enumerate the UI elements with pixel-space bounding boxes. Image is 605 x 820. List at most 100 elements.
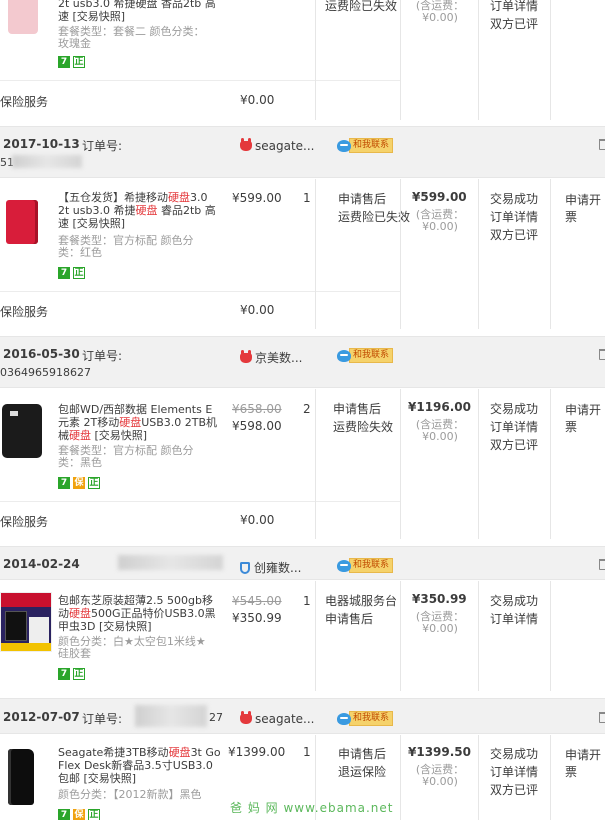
wangwang-icon bbox=[337, 349, 351, 362]
quantity: 1 bbox=[303, 745, 311, 759]
contact-seller-button[interactable]: 和我联系 bbox=[337, 711, 394, 726]
insurance-label: 保险服务 bbox=[0, 305, 49, 319]
seven-day-return-icon: 7 bbox=[58, 267, 70, 279]
request-invoice-button[interactable]: 申请开票 bbox=[565, 191, 605, 225]
product-title[interactable]: Seagate希捷3TB移动硬盘3t Go Flex Desk新睿品3.5寸US… bbox=[58, 746, 228, 785]
contact-seller-button[interactable]: 和我联系 bbox=[337, 138, 394, 153]
divider bbox=[400, 581, 401, 691]
quantity: 2 bbox=[303, 402, 311, 416]
divider bbox=[315, 179, 316, 329]
divider bbox=[550, 179, 551, 329]
service-status-top: 运费险已失效 bbox=[325, 0, 398, 13]
unit-price: ¥350.99 bbox=[232, 611, 282, 625]
divider bbox=[478, 0, 479, 120]
request-invoice-button[interactable]: 申请开票 bbox=[565, 401, 605, 435]
watermark: 爸 妈 网 www.ebama.net bbox=[230, 801, 394, 815]
badges: 7正 bbox=[58, 665, 88, 680]
seven-day-return-icon: 7 bbox=[58, 809, 70, 820]
order-number-label: 订单号: bbox=[82, 349, 123, 363]
divider bbox=[400, 0, 401, 120]
quantity: 1 bbox=[303, 191, 311, 205]
order-status[interactable]: 交易成功 订单详情 bbox=[490, 592, 538, 628]
seven-day-return-icon: 7 bbox=[58, 668, 70, 680]
shop-icon bbox=[240, 711, 252, 724]
quantity: 1 bbox=[303, 594, 311, 608]
unit-price: ¥599.00 bbox=[232, 191, 282, 205]
order-number-tail[interactable]: 27 bbox=[209, 711, 223, 724]
divider bbox=[0, 501, 400, 502]
divider bbox=[0, 291, 400, 292]
product-title[interactable]: 包邮东芝原装超薄2.5 500gb移 动硬盘500G正品特价USB3.0黑 甲虫… bbox=[58, 594, 228, 633]
badges: 7保正 bbox=[58, 806, 103, 820]
insurance-price-top: ¥0.00 bbox=[240, 93, 275, 107]
sku-info-top: 套餐类型：套餐二 颜色分类： 玫瑰金 bbox=[58, 25, 205, 50]
genuine-icon: 正 bbox=[88, 809, 100, 820]
order-date: 2016-05-30 bbox=[3, 347, 80, 361]
shipping-info: (含运费： ¥0.00) bbox=[415, 610, 465, 635]
badges: 7保正 bbox=[58, 474, 103, 489]
order-total: ¥350.99 bbox=[412, 592, 467, 606]
order-total: ¥599.00 bbox=[412, 190, 467, 204]
sku-info: 颜色分类：【2012新款】黑色 bbox=[58, 788, 202, 801]
order-status[interactable]: 交易成功 订单详情 双方已评 bbox=[490, 190, 538, 244]
product-image-rose-gold[interactable] bbox=[0, 0, 44, 38]
divider bbox=[315, 389, 316, 539]
divider bbox=[478, 389, 479, 539]
divider bbox=[550, 581, 551, 691]
contact-seller-button[interactable]: 和我联系 bbox=[337, 348, 394, 363]
shop-name[interactable]: seagate... bbox=[240, 711, 315, 726]
request-invoice-button[interactable]: 申请开票 bbox=[565, 746, 605, 780]
divider bbox=[400, 735, 401, 820]
divider bbox=[478, 179, 479, 329]
order-number-label: 订单号: bbox=[82, 712, 123, 726]
insurance-label: 保险服务 bbox=[0, 515, 49, 529]
shipping-info: (含运费： ¥0.00) bbox=[415, 418, 465, 443]
wangwang-icon bbox=[337, 712, 351, 725]
delete-order-icon[interactable] bbox=[599, 139, 605, 150]
insurance-price: ¥0.00 bbox=[240, 303, 275, 317]
divider bbox=[550, 0, 551, 120]
original-price: ¥545.00 bbox=[232, 594, 282, 608]
product-title[interactable]: 包邮WD/西部数据 Elements E 元素 2T移动硬盘USB3.0 2TB… bbox=[58, 403, 228, 442]
redacted-order-number bbox=[118, 555, 223, 570]
status-top[interactable]: 订单详情 双方已评 bbox=[490, 0, 538, 33]
order-date: 2012-07-07 bbox=[3, 710, 80, 724]
order-date: 2014-02-24 bbox=[3, 557, 80, 571]
product-image-toshiba[interactable] bbox=[0, 592, 52, 652]
after-sale-service[interactable]: 申请售后 退运保险 bbox=[338, 745, 386, 781]
sku-info: 套餐类型：官方标配 颜色分 类：黑色 bbox=[58, 444, 194, 469]
shop-name[interactable]: seagate... bbox=[240, 138, 315, 153]
order-status[interactable]: 交易成功 订单详情 双方已评 bbox=[490, 400, 538, 454]
shipping-info: (含运费： ¥0.00) bbox=[415, 763, 465, 788]
genuine-icon: 正 bbox=[73, 668, 85, 680]
sku-info: 套餐类型：官方标配 颜色分 类：红色 bbox=[58, 234, 194, 259]
order-status[interactable]: 交易成功 订单详情 双方已评 bbox=[490, 745, 538, 799]
product-image-seagate-red[interactable] bbox=[0, 192, 44, 252]
divider bbox=[550, 389, 551, 539]
product-image-seagate-goflex[interactable] bbox=[0, 745, 44, 809]
after-sale-service[interactable]: 电器城服务台 申请售后 bbox=[325, 592, 397, 628]
contact-seller-button[interactable]: 和我联系 bbox=[337, 558, 394, 573]
product-title[interactable]: 【五仓发货】希捷移动硬盘3.0 2t usb3.0 希捷硬盘 睿品2tb 高 速… bbox=[58, 191, 228, 230]
shop-icon bbox=[240, 350, 252, 363]
order-number[interactable]: 0364965918627 bbox=[0, 366, 91, 379]
genuine-icon: 正 bbox=[73, 56, 85, 68]
redacted-order-number bbox=[12, 155, 82, 168]
shop-name[interactable]: 京美数... bbox=[240, 349, 302, 366]
shipping-info: (含运费： ¥0.00) bbox=[415, 208, 465, 233]
original-price: ¥658.00 bbox=[232, 402, 282, 416]
product-title-top[interactable]: 2t usb3.0 希捷硬盘 香品2tb 高速 [交易快照] bbox=[58, 0, 228, 23]
guarantee-icon: 保 bbox=[73, 477, 85, 489]
divider bbox=[478, 735, 479, 820]
product-image-wd-black[interactable] bbox=[0, 400, 44, 464]
after-sale-service[interactable]: 申请售后 运费险失效 bbox=[333, 400, 393, 436]
divider bbox=[550, 735, 551, 820]
seven-day-return-icon: 7 bbox=[58, 56, 70, 68]
shop-name[interactable]: 创雍数... bbox=[240, 559, 301, 576]
insurance-label-top: 保险服务 bbox=[0, 95, 49, 109]
divider bbox=[315, 0, 316, 120]
delete-order-icon[interactable] bbox=[599, 712, 605, 723]
delete-order-icon[interactable] bbox=[599, 349, 605, 360]
wangwang-icon bbox=[337, 559, 351, 572]
delete-order-icon[interactable] bbox=[599, 559, 605, 570]
